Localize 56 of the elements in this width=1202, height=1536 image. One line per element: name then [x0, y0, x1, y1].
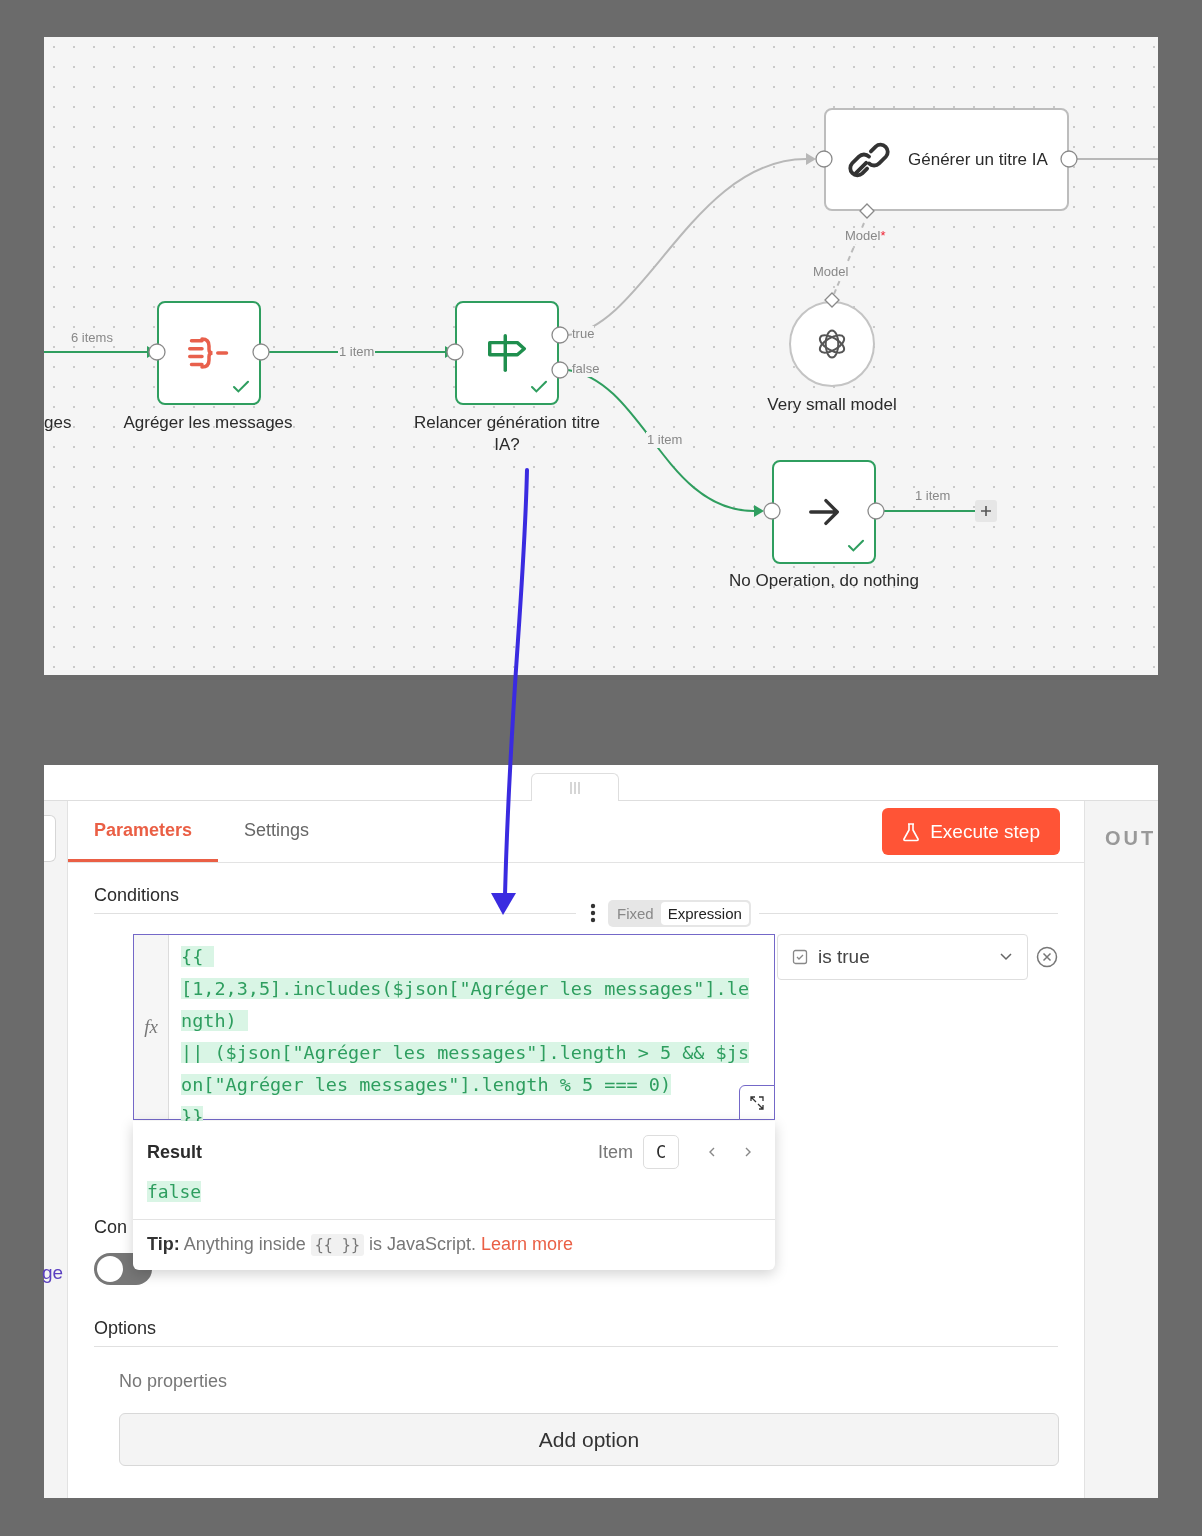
signpost-icon — [486, 334, 528, 372]
mode-option[interactable]: Expression — [660, 902, 749, 925]
chevron-down-icon — [999, 952, 1013, 962]
port-handle[interactable] — [551, 326, 569, 344]
port-handle[interactable] — [763, 502, 781, 520]
checkbox-icon — [792, 949, 808, 965]
grip-icon — [569, 781, 581, 794]
item-label: Item — [598, 1141, 633, 1163]
expand-icon — [750, 1095, 764, 1110]
output-label: Model — [813, 264, 849, 280]
expand-button[interactable] — [739, 1085, 775, 1120]
output-panel-title: OUT — [1105, 827, 1158, 850]
tab[interactable]: Settings — [218, 801, 336, 862]
fx-label: fx — [144, 1016, 158, 1038]
port-handle[interactable] — [252, 343, 270, 361]
more-options-icon[interactable] — [590, 903, 596, 923]
add-node-button[interactable] — [975, 500, 997, 522]
chevron-left-icon[interactable] — [707, 1145, 717, 1159]
port-handle[interactable] — [446, 343, 464, 361]
flask-icon — [902, 821, 921, 842]
workflow-node[interactable] — [772, 460, 876, 564]
node-label: Générer un titre IA — [908, 148, 1049, 171]
result-title: Result — [147, 1141, 202, 1163]
add-option-button[interactable]: Add option — [119, 1413, 1059, 1466]
chain-node[interactable]: Générer un titre IA — [824, 108, 1069, 211]
port-handle[interactable] — [815, 150, 833, 168]
section-title: Options — [94, 1318, 157, 1338]
result-value: false — [147, 1181, 202, 1202]
output-label: false — [572, 361, 600, 377]
item-count-label: 1 item — [646, 432, 684, 448]
port-handle[interactable] — [1060, 150, 1078, 168]
drag-handle[interactable] — [531, 773, 619, 801]
input-label: Model* — [845, 228, 886, 244]
port-handle[interactable] — [148, 343, 166, 361]
empty-text: No properties — [119, 1370, 228, 1392]
tab[interactable]: Parameters — [68, 801, 219, 862]
port-handle[interactable] — [859, 203, 875, 219]
learn-more-link[interactable]: Learn more — [481, 1234, 574, 1254]
chevron-right-icon[interactable] — [743, 1145, 753, 1159]
workflow-node[interactable] — [455, 301, 559, 405]
remove-icon[interactable] — [1036, 946, 1058, 968]
node-label: ges — [44, 412, 72, 434]
tip-text: Tip: Anything inside {{ }} is JavaScript. Learn more — [147, 1234, 575, 1255]
item-field[interactable]: C — [643, 1135, 679, 1169]
workflow-node[interactable] — [157, 301, 261, 405]
node-label: Agréger les messages — [122, 412, 294, 434]
section-title: Conditions — [94, 885, 180, 905]
node-label: No Operation, do nothing — [728, 570, 920, 592]
port-handle[interactable] — [551, 361, 569, 379]
port-handle[interactable] — [867, 502, 885, 520]
aggregate-icon — [188, 334, 230, 372]
operator-dropdown[interactable]: is true — [777, 934, 1028, 980]
node-label: Very small model — [766, 394, 898, 416]
port-handle[interactable] — [824, 292, 840, 308]
node-label: Relancer génération titre IA? — [412, 412, 602, 456]
field-label: Con — [94, 1216, 128, 1238]
